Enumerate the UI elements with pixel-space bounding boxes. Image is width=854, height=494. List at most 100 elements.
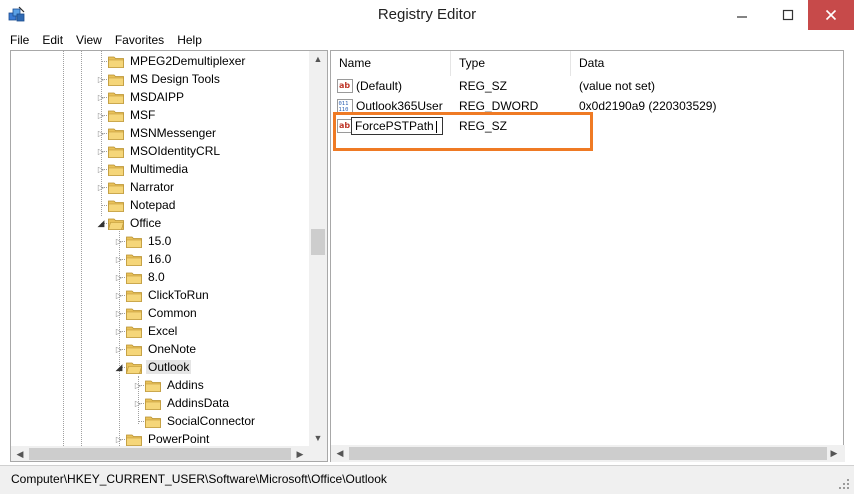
folder-icon: [145, 380, 161, 392]
menu-favorites[interactable]: Favorites: [115, 33, 164, 47]
collapsed-arrow-icon[interactable]: ▷: [94, 111, 108, 120]
tree-item[interactable]: ▷ MSF: [94, 106, 157, 124]
tree-item[interactable]: ◢ Outlook: [112, 358, 192, 376]
scroll-left-icon[interactable]: ◀: [331, 445, 349, 461]
expanded-arrow-icon[interactable]: ◢: [112, 362, 126, 373]
maximize-button[interactable]: [768, 0, 808, 30]
tree-item-label: Office: [130, 216, 162, 230]
collapsed-arrow-icon[interactable]: ▷: [94, 147, 108, 156]
tree-item[interactable]: SocialConnector: [131, 412, 257, 430]
column-header-type[interactable]: Type: [451, 51, 571, 76]
value-data: (value not set): [579, 79, 656, 93]
minimize-button[interactable]: [722, 0, 762, 30]
scroll-right-icon[interactable]: ▶: [825, 445, 843, 461]
scroll-up-icon[interactable]: ▲: [309, 51, 327, 67]
collapsed-arrow-icon[interactable]: ▷: [131, 381, 145, 390]
tree-item[interactable]: ▷ MSOIdentityCRL: [94, 142, 222, 160]
list-hscroll-thumb[interactable]: [349, 447, 827, 460]
collapsed-arrow-icon[interactable]: ▷: [94, 129, 108, 138]
tree-item[interactable]: ▷ AddinsData: [131, 394, 231, 412]
column-header-name[interactable]: Name: [331, 51, 451, 76]
menu-help[interactable]: Help: [177, 33, 202, 47]
tree-item[interactable]: ▷ MSNMessenger: [94, 124, 218, 142]
tree-item-label: MS Design Tools: [130, 72, 220, 86]
tree-item[interactable]: Notepad: [94, 196, 177, 214]
tree-item[interactable]: ▷ ClickToRun: [112, 286, 211, 304]
tree-item-label: 15.0: [148, 234, 172, 248]
open-folder-icon: [108, 218, 124, 230]
tree-vertical-scrollbar[interactable]: ▲ ▼: [309, 51, 327, 446]
tree-item[interactable]: ▷ Narrator: [94, 178, 176, 196]
tree-item[interactable]: ▷ Excel: [112, 322, 179, 340]
tree-item[interactable]: ▷ MSDAIPP: [94, 88, 186, 106]
tree-item[interactable]: ▷ 8.0: [112, 268, 167, 286]
tree-hscroll-thumb[interactable]: [29, 448, 291, 460]
tree-item-label: Common: [148, 306, 197, 320]
folder-icon: [108, 92, 124, 104]
folder-icon: [126, 272, 142, 284]
tree-item[interactable]: ▷ Common: [112, 304, 199, 322]
collapsed-arrow-icon[interactable]: ▷: [112, 327, 126, 336]
svg-text:ab: ab: [339, 81, 350, 90]
collapsed-arrow-icon[interactable]: ▷: [112, 435, 126, 444]
folder-icon: [145, 416, 161, 428]
collapsed-arrow-icon[interactable]: ▷: [94, 165, 108, 174]
tree-item[interactable]: ▷ Multimedia: [94, 160, 190, 178]
tree-horizontal-scrollbar[interactable]: ◀ ▶: [11, 446, 309, 461]
tree-item-label: PowerPoint: [148, 432, 210, 446]
tree-item[interactable]: ▷ 15.0: [112, 232, 173, 250]
collapsed-arrow-icon[interactable]: ▷: [131, 399, 145, 408]
title-bar: Registry Editor: [0, 0, 854, 30]
collapsed-arrow-icon[interactable]: ▷: [112, 309, 126, 318]
value-row[interactable]: ab (Default) REG_SZ (value not set): [331, 76, 843, 96]
menu-view[interactable]: View: [76, 33, 102, 47]
tree-item-label: Multimedia: [130, 162, 189, 176]
tree-scroll-thumb[interactable]: [311, 229, 325, 255]
annotation-highlight-box: [333, 112, 593, 151]
collapsed-arrow-icon[interactable]: ▷: [112, 237, 126, 246]
scroll-down-icon[interactable]: ▼: [309, 430, 327, 446]
collapsed-arrow-icon[interactable]: ▷: [94, 75, 108, 84]
folder-icon: [108, 182, 124, 194]
folder-icon: [108, 74, 124, 86]
expanded-arrow-icon[interactable]: ◢: [94, 218, 108, 229]
resize-grip-icon[interactable]: [838, 478, 850, 490]
column-header-data[interactable]: Data: [571, 51, 843, 76]
collapsed-arrow-icon[interactable]: ▷: [112, 345, 126, 354]
folder-icon: [126, 290, 142, 302]
tree-item[interactable]: ▷ 16.0: [112, 250, 173, 268]
menu-edit[interactable]: Edit: [42, 33, 63, 47]
tree-item[interactable]: ▷ MS Design Tools: [94, 70, 222, 88]
registry-key-tree[interactable]: MPEG2Demultiplexer ▷ MS Design Tools ▷ MSDAI…: [10, 50, 328, 462]
scroll-left-icon[interactable]: ◀: [11, 446, 29, 461]
tree-item-label: OneNote: [148, 342, 197, 356]
folder-icon: [108, 200, 124, 212]
folder-icon: [126, 254, 142, 266]
tree-item[interactable]: MPEG2Demultiplexer: [94, 52, 247, 70]
folder-icon: [145, 398, 161, 410]
list-horizontal-scrollbar[interactable]: ◀ ▶: [331, 445, 845, 462]
menu-file[interactable]: File: [10, 33, 29, 47]
tree-item-label: MSOIdentityCRL: [130, 144, 221, 158]
folder-icon: [126, 326, 142, 338]
collapsed-arrow-icon[interactable]: ▷: [94, 183, 108, 192]
scroll-right-icon[interactable]: ▶: [291, 446, 309, 461]
maximize-icon: [782, 9, 794, 21]
tree-item[interactable]: ▷ OneNote: [112, 340, 198, 358]
close-button[interactable]: [808, 0, 854, 30]
tree-item-label: SocialConnector: [167, 414, 256, 428]
collapsed-arrow-icon[interactable]: ▷: [112, 291, 126, 300]
tree-item-label: Outlook: [146, 360, 192, 374]
collapsed-arrow-icon[interactable]: ▷: [94, 93, 108, 102]
value-data: 0x0d2190a9 (220303529): [579, 99, 717, 113]
collapsed-arrow-icon[interactable]: ▷: [112, 255, 126, 264]
tree-item-label: Excel: [148, 324, 178, 338]
minimize-icon: [737, 16, 747, 18]
tree-guide-line: [63, 51, 64, 446]
folder-icon: [108, 110, 124, 122]
tree-item[interactable]: ▷ PowerPoint: [112, 430, 211, 446]
collapsed-arrow-icon[interactable]: ▷: [112, 273, 126, 282]
tree-item[interactable]: ▷ Addins: [131, 376, 206, 394]
tree-item[interactable]: ◢ Office: [94, 214, 163, 232]
tree-item-label: Narrator: [130, 180, 175, 194]
